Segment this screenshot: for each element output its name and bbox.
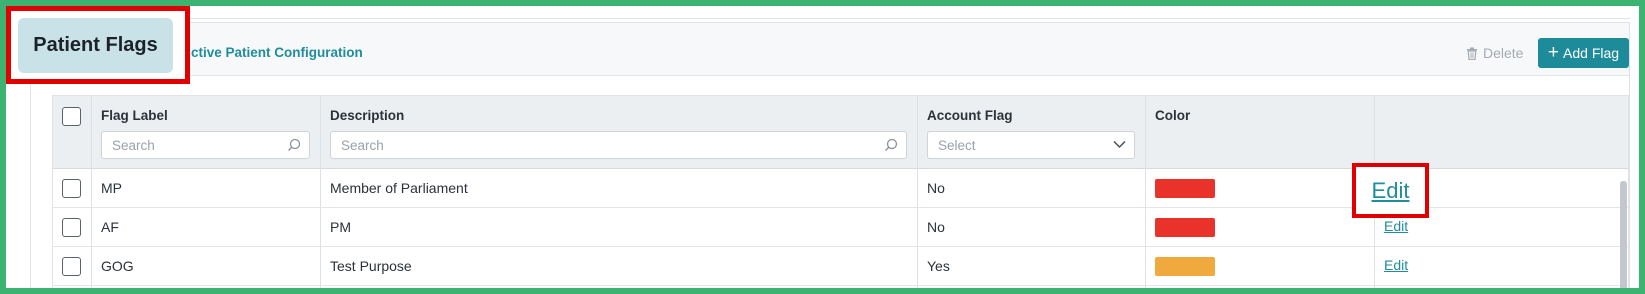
column-header-color[interactable]: Color [1155,108,1190,123]
row-checkbox[interactable] [62,179,81,198]
delete-button[interactable]: Delete [1466,45,1523,61]
table-header: Flag Label Search Description Search Acc… [53,96,1628,169]
flag-label-search-input[interactable]: Search [101,131,310,159]
column-header-description[interactable]: Description [330,108,404,123]
row-checkbox[interactable] [62,218,81,237]
page-title: Patient Flags [18,18,173,73]
search-icon [885,138,898,151]
color-swatch [1155,179,1215,198]
page-title-highlight: Patient Flags [6,6,190,84]
table-row[interactable]: GOG Test Purpose Yes Edit [53,247,1630,286]
color-swatch [1155,218,1215,237]
header-bar: ctive Patient Configuration Delete + Add… [31,23,1629,76]
account-flag-select[interactable]: Select [927,131,1135,159]
vertical-scrollbar[interactable] [1620,181,1627,288]
flag-label-cell: AF [101,219,119,235]
color-swatch [1155,257,1215,276]
edit-link[interactable]: Edit [1384,218,1408,234]
row-checkbox[interactable] [62,257,81,276]
account-flag-cell: No [927,219,945,235]
delete-label: Delete [1483,45,1524,61]
flag-label-cell: MP [101,180,122,196]
add-flag-button[interactable]: + Add Flag [1538,38,1629,68]
chevron-down-icon [1113,140,1126,149]
edit-link[interactable]: Edit [1372,178,1410,204]
breadcrumb[interactable]: ctive Patient Configuration [191,45,363,60]
select-all-checkbox[interactable] [62,107,81,126]
description-cell: Test Purpose [330,258,412,274]
description-cell: PM [330,219,351,235]
app-frame: ctive Patient Configuration Delete + Add… [6,6,1639,288]
trash-icon [1467,47,1477,60]
account-flag-cell: Yes [927,258,950,274]
flag-label-cell: GOG [101,258,134,274]
add-flag-label: Add Flag [1563,45,1620,61]
plus-icon: + [1547,41,1560,63]
search-icon [288,138,301,151]
column-header-flag-label[interactable]: Flag Label [101,108,168,123]
edit-link[interactable]: Edit [1384,257,1408,273]
top-divider [30,18,1630,19]
column-header-account-flag[interactable]: Account Flag [927,108,1013,123]
description-cell: Member of Parliament [330,180,468,196]
edit-link-highlight: Edit [1352,163,1429,218]
account-flag-cell: No [927,180,945,196]
content-card: ctive Patient Configuration Delete + Add… [30,22,1630,288]
description-search-input[interactable]: Search [330,131,907,159]
